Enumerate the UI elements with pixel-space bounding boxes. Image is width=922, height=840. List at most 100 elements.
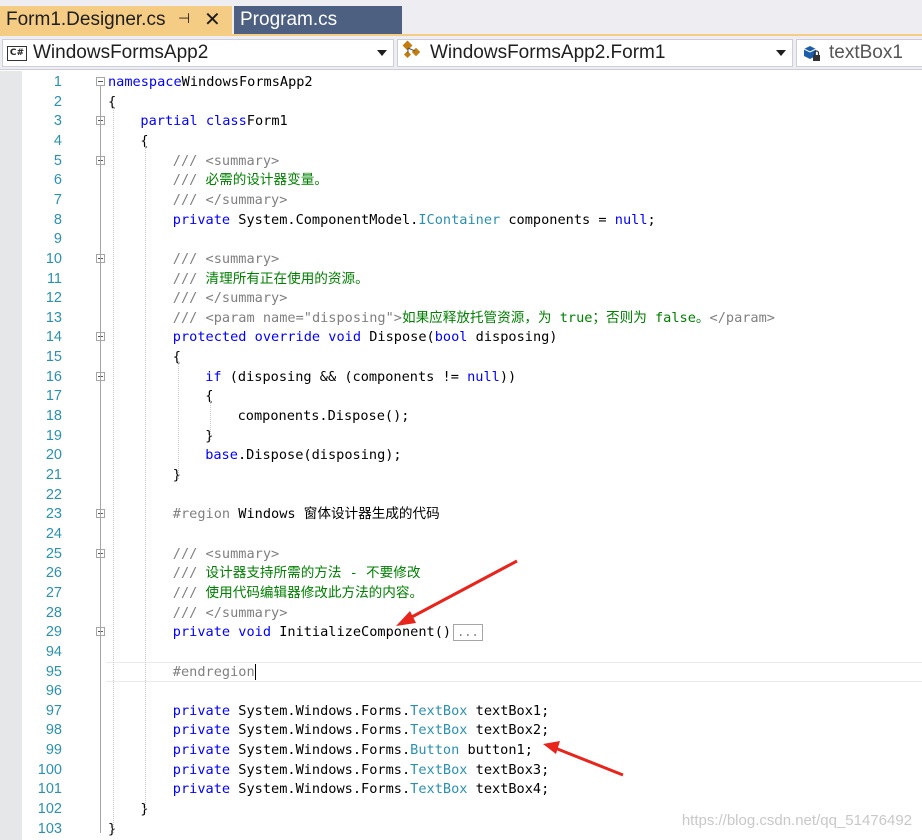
code-token: )) xyxy=(499,368,517,385)
code-token: ; xyxy=(647,211,656,228)
close-icon[interactable]: ✕ xyxy=(204,7,221,32)
code-text: /// 设计器支持所需的方法 - 不要修改 xyxy=(173,563,421,583)
code-line[interactable]: 12 /// </summary> xyxy=(0,288,922,308)
code-token: /// xyxy=(172,191,198,208)
pin-icon[interactable]: ⊣ xyxy=(178,10,190,27)
code-token: /// xyxy=(172,270,198,287)
code-line[interactable]: 94 xyxy=(0,642,922,662)
code-token: <param name=" xyxy=(197,309,312,326)
code-token: TextBox xyxy=(410,781,468,798)
code-token: 使用代码编辑器修改此方法的内容。 xyxy=(197,584,424,601)
member-dropdown[interactable]: textBox1 xyxy=(796,39,922,67)
line-number: 1 xyxy=(53,74,62,90)
code-token: .Dispose(disposing); xyxy=(237,447,402,464)
line-number: 2 xyxy=(53,93,62,110)
code-token: (disposing && (components != xyxy=(221,368,468,385)
code-line[interactable]: 9 xyxy=(0,229,922,249)
code-line[interactable]: 20 base.Dispose(disposing); xyxy=(0,445,922,465)
code-line[interactable]: 5 /// <summary> xyxy=(0,151,922,171)
code-token: System.Windows.Forms. xyxy=(230,761,411,778)
code-token: { xyxy=(172,349,181,366)
code-text: partial classForm1 xyxy=(140,111,287,131)
code-token: textBox4; xyxy=(467,781,550,798)
code-line[interactable]: 10 /// <summary> xyxy=(0,249,922,269)
line-number: 25 xyxy=(45,545,62,562)
line-number: 102 xyxy=(37,801,62,818)
line-number: 18 xyxy=(45,408,62,425)
code-token: /// xyxy=(172,290,198,307)
line-number: 23 xyxy=(45,506,62,523)
code-token: #region xyxy=(172,506,231,523)
chevron-down-icon[interactable] xyxy=(776,50,786,56)
code-line[interactable]: 6 /// 必需的设计器变量。 xyxy=(0,170,922,190)
code-token: <summary> xyxy=(197,250,280,267)
code-token: <summary> xyxy=(197,152,280,169)
code-token: components = xyxy=(500,211,615,228)
code-line[interactable]: 22 xyxy=(0,485,922,505)
code-token: /// xyxy=(172,584,198,601)
code-text: private void InitializeComponent()... xyxy=(173,622,483,642)
code-text: /// </summary> xyxy=(173,603,288,623)
code-line[interactable]: 99 private System.Windows.Forms.Button bu… xyxy=(0,740,922,760)
code-token: /// xyxy=(172,152,198,169)
code-line[interactable]: 21} xyxy=(0,465,922,485)
code-editor[interactable]: 1 namespaceWindowsFormsApp2 2{3 partial cla… xyxy=(0,71,922,840)
collapse-outline-icon[interactable] xyxy=(96,77,105,86)
code-line[interactable]: 2{ xyxy=(0,92,922,112)
code-line[interactable]: 1 namespaceWindowsFormsApp2 xyxy=(0,72,922,92)
code-token: disposing) xyxy=(467,329,558,346)
code-line[interactable]: 27 /// 使用代码编辑器修改此方法的内容。 xyxy=(0,583,922,603)
code-line[interactable]: 13 /// <param name="disposing">如果应释放托管资源，… xyxy=(0,308,922,328)
code-line[interactable]: 97 private System.Windows.Forms.TextBox t… xyxy=(0,701,922,721)
chevron-down-icon[interactable] xyxy=(377,50,387,56)
line-number: 21 xyxy=(45,467,62,483)
code-line[interactable]: 15 { xyxy=(0,347,922,367)
code-line[interactable]: 17{ xyxy=(0,386,922,406)
line-number: 8 xyxy=(53,211,62,228)
tab-form1-designer[interactable]: Form1.Designer.cs ⊣ ✕ xyxy=(0,6,232,34)
collapsed-region-box[interactable]: ... xyxy=(453,623,483,641)
code-line[interactable]: 23 #region Windows 窗体设计器生成的代码 xyxy=(0,504,922,524)
code-token: Windows 窗体设计器生成的代码 xyxy=(230,506,440,523)
code-token: </summary> xyxy=(197,290,288,307)
code-line[interactable]: 4{ xyxy=(0,131,922,151)
type-dropdown-value: WindowsFormsApp2.Form1 xyxy=(430,42,666,63)
code-line[interactable]: 26 /// 设计器支持所需的方法 - 不要修改 xyxy=(0,563,922,583)
code-token: private xyxy=(172,702,231,719)
code-text: private System.Windows.Forms.TextBox tex… xyxy=(173,701,550,721)
code-text: private System.Windows.Forms.TextBox tex… xyxy=(173,760,550,780)
project-dropdown[interactable]: C# WindowsFormsApp2 xyxy=(2,39,394,67)
code-text: #endregion xyxy=(173,662,256,682)
code-token: System.Windows.Forms. xyxy=(230,702,411,719)
code-line[interactable]: 8 private System.ComponentModel.IContaine… xyxy=(0,210,922,230)
code-line[interactable]: 11 /// 清理所有正在使用的资源。 xyxy=(0,269,922,289)
code-line[interactable]: 101 private System.Windows.Forms.TextBox … xyxy=(0,779,922,799)
code-line[interactable]: 7 /// </summary> xyxy=(0,190,922,210)
code-line[interactable]: 24 xyxy=(0,524,922,544)
code-text: /// <summary> xyxy=(173,544,279,564)
code-line[interactable]: 95 #endregion xyxy=(0,661,922,682)
code-line[interactable]: 100 private System.Windows.Forms.TextBox … xyxy=(0,760,922,780)
code-token: "> xyxy=(385,309,402,326)
type-dropdown[interactable]: WindowsFormsApp2.Form1 xyxy=(397,39,793,67)
code-token: Dispose( xyxy=(361,329,435,346)
code-line[interactable]: 16 if (disposing && (components != null)) xyxy=(0,367,922,387)
code-line[interactable]: 29 private void InitializeComponent()... xyxy=(0,622,922,642)
code-token: 如果应释放托管资源，为 true；否则为 false。 xyxy=(401,309,710,326)
text-caret xyxy=(254,663,256,680)
code-line[interactable]: 96 xyxy=(0,681,922,701)
code-line[interactable]: 25 /// <summary> xyxy=(0,544,922,564)
code-line[interactable]: 3 partial classForm1 xyxy=(0,111,922,131)
navigation-bar: C# WindowsFormsApp2 WindowsFormsApp2.For… xyxy=(0,36,922,70)
tab-program[interactable]: Program.cs xyxy=(234,6,402,34)
code-text: /// <summary> xyxy=(173,151,279,171)
line-number: 99 xyxy=(45,742,62,759)
code-token: InitializeComponent() xyxy=(271,624,452,641)
code-line[interactable]: 98 private System.Windows.Forms.TextBox t… xyxy=(0,720,922,740)
code-line[interactable]: 19} xyxy=(0,426,922,446)
code-line[interactable]: 18 components.Dispose(); xyxy=(0,406,922,426)
line-number: 27 xyxy=(45,584,62,601)
code-line[interactable]: 28 /// </summary> xyxy=(0,603,922,623)
indent-guide xyxy=(178,361,179,479)
code-line[interactable]: 14 protected override void Dispose(bool d… xyxy=(0,327,922,347)
